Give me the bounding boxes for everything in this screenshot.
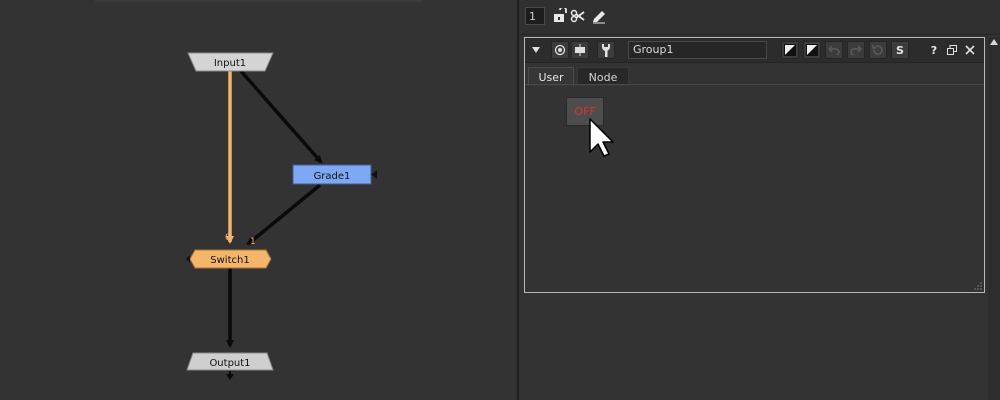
switch-input-0-label: 0 — [225, 233, 231, 243]
float-icon[interactable] — [943, 41, 961, 59]
help-icon[interactable]: ? — [925, 41, 943, 59]
undo-icon[interactable] — [825, 41, 843, 59]
color-swatch-icon[interactable] — [781, 41, 799, 59]
panel-tabs: User Node — [525, 64, 984, 86]
collapse-arrow-icon[interactable] — [527, 41, 545, 59]
group1-properties-panel: Group1 S ? User Node OFF — [524, 37, 985, 293]
properties-bin: 1 Group1 S ? User Node OFF — [519, 0, 1000, 400]
wrench-icon[interactable] — [597, 41, 615, 59]
revert-icon[interactable] — [869, 41, 887, 59]
switch1-side-arrow — [186, 255, 190, 263]
pipe-input-to-grade[interactable] — [238, 68, 323, 164]
mouse-cursor-icon — [589, 118, 614, 157]
node-icon[interactable] — [571, 41, 589, 59]
s-button[interactable]: S — [891, 41, 909, 59]
scroll-up-arrow-icon[interactable] — [990, 39, 998, 45]
output-arrow — [226, 374, 234, 380]
help-label: ? — [930, 43, 938, 57]
scissors-icon[interactable] — [570, 8, 586, 24]
input1-node[interactable]: Input1 — [187, 52, 274, 72]
resize-grip-icon[interactable] — [974, 282, 982, 290]
grade1-node[interactable]: Grade1 — [292, 164, 377, 185]
max-panels-field[interactable]: 1 — [525, 7, 545, 25]
node-name-field[interactable]: Group1 — [628, 41, 767, 59]
switch-input-1-label: 1 — [250, 237, 256, 247]
output1-node[interactable]: Output1 — [186, 352, 274, 371]
output1-node-label: Output1 — [209, 358, 250, 369]
lock-icon[interactable] — [552, 8, 568, 24]
viewer-icon[interactable] — [551, 41, 569, 59]
node-graph-canvas[interactable]: 0 1 Input1 Grade1 Switch1 Output1 — [0, 0, 517, 400]
pencil-icon[interactable] — [591, 8, 607, 24]
close-icon[interactable] — [961, 41, 979, 59]
node-graph[interactable]: 0 1 Input1 Grade1 Switch1 Output1 — [0, 0, 517, 400]
s-button-label: S — [896, 43, 904, 57]
grade1-mask-input-arrow — [371, 170, 377, 179]
color-swatch-icon[interactable] — [803, 41, 821, 59]
properties-scrollbar[interactable] — [988, 37, 1000, 400]
switch1-node[interactable]: Switch1 — [186, 249, 272, 269]
panel-header: Group1 S ? — [525, 38, 984, 63]
properties-toolbar: 1 — [519, 0, 1000, 35]
grade1-node-label: Grade1 — [314, 171, 351, 182]
switch1-node-label: Switch1 — [210, 255, 249, 266]
redo-icon[interactable] — [847, 41, 865, 59]
tab-underline — [525, 84, 984, 85]
input1-node-label: Input1 — [214, 58, 246, 69]
pipe-grade-to-switch[interactable] — [246, 183, 322, 246]
